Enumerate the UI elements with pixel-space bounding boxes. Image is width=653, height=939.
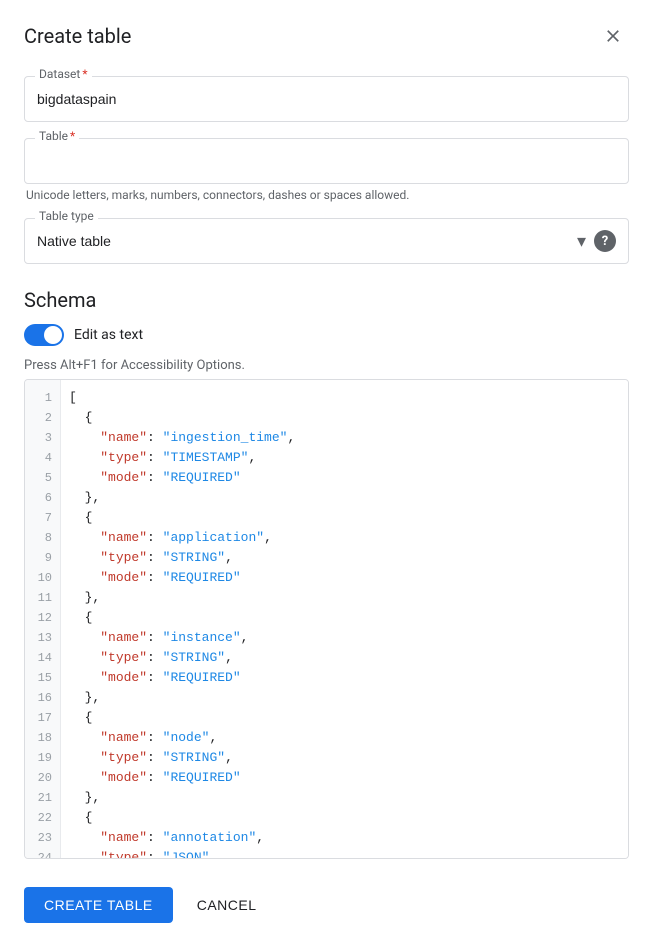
line-number: 2: [25, 408, 60, 428]
code-line: "name": "application",: [69, 528, 628, 548]
line-number: 3: [25, 428, 60, 448]
line-number: 15: [25, 668, 60, 688]
table-hint: Unicode letters, marks, numbers, connect…: [24, 188, 629, 202]
line-number: 23: [25, 828, 60, 848]
code-line: "name": "ingestion_time",: [69, 428, 628, 448]
code-line: "mode": "REQUIRED": [69, 768, 628, 788]
close-button[interactable]: [597, 20, 629, 52]
line-number: 20: [25, 768, 60, 788]
help-icon[interactable]: ?: [594, 230, 616, 252]
code-line: "type": "TIMESTAMP",: [69, 448, 628, 468]
code-line: },: [69, 588, 628, 608]
edit-as-text-label: Edit as text: [74, 327, 143, 343]
line-number: 1: [25, 388, 60, 408]
code-line: "name": "instance",: [69, 628, 628, 648]
line-number: 18: [25, 728, 60, 748]
line-number: 14: [25, 648, 60, 668]
schema-section: Schema Edit as text Press Alt+F1 for Acc…: [24, 288, 629, 859]
dataset-label: Dataset*: [35, 68, 92, 81]
table-type-group: Table type Native table External table V…: [24, 218, 629, 264]
code-line: "mode": "REQUIRED": [69, 668, 628, 688]
line-number: 7: [25, 508, 60, 528]
code-line: "type": "STRING",: [69, 748, 628, 768]
code-line: "name": "node",: [69, 728, 628, 748]
toggle-row: Edit as text: [24, 324, 629, 346]
table-group: Table* Unicode letters, marks, numbers, …: [24, 138, 629, 202]
code-content[interactable]: [ { "name": "ingestion_time", "type": "T…: [61, 380, 628, 859]
line-number: 24: [25, 848, 60, 859]
line-number: 6: [25, 488, 60, 508]
dialog-header: Create table: [0, 0, 653, 68]
table-input[interactable]: [25, 139, 628, 183]
table-type-label: Table type: [35, 209, 98, 223]
code-line: },: [69, 488, 628, 508]
line-numbers: 1234567891011121314151617181920212223242…: [25, 380, 61, 859]
toggle-slider: [24, 324, 64, 346]
table-type-wrapper: Table type Native table External table V…: [24, 218, 629, 264]
cancel-button[interactable]: CANCEL: [189, 887, 265, 923]
code-line: "type": "JSON",: [69, 848, 628, 859]
code-line: {: [69, 408, 628, 428]
dataset-input[interactable]: [25, 77, 628, 121]
line-number: 11: [25, 588, 60, 608]
code-line: "type": "STRING",: [69, 548, 628, 568]
line-number: 22: [25, 808, 60, 828]
code-line: },: [69, 688, 628, 708]
table-type-select[interactable]: Native table External table View Materia…: [37, 227, 577, 255]
table-type-select-row: Native table External table View Materia…: [25, 219, 628, 263]
code-line: "name": "annotation",: [69, 828, 628, 848]
dialog-footer: CREATE TABLE CANCEL: [0, 871, 653, 939]
accessibility-hint: Press Alt+F1 for Accessibility Options.: [24, 358, 629, 373]
line-number: 21: [25, 788, 60, 808]
line-number: 16: [25, 688, 60, 708]
line-number: 12: [25, 608, 60, 628]
line-number: 9: [25, 548, 60, 568]
dialog-body: Dataset* Table* Unicode letters, marks, …: [0, 68, 653, 871]
table-label: Table*: [35, 129, 79, 143]
schema-title: Schema: [24, 288, 629, 312]
code-line: {: [69, 608, 628, 628]
code-editor[interactable]: 1234567891011121314151617181920212223242…: [24, 379, 629, 859]
edit-as-text-toggle[interactable]: [24, 324, 64, 346]
line-number: 13: [25, 628, 60, 648]
line-number: 19: [25, 748, 60, 768]
dataset-group: Dataset*: [24, 76, 629, 122]
code-line: {: [69, 808, 628, 828]
line-number: 8: [25, 528, 60, 548]
dataset-wrapper: Dataset*: [24, 76, 629, 122]
line-number: 17: [25, 708, 60, 728]
code-editor-inner: 1234567891011121314151617181920212223242…: [25, 380, 628, 859]
chevron-down-icon: ▾: [577, 231, 586, 252]
line-number: 10: [25, 568, 60, 588]
table-wrapper: Table*: [24, 138, 629, 184]
create-table-dialog: Create table Dataset* Table*: [0, 0, 653, 939]
code-line: },: [69, 788, 628, 808]
line-number: 4: [25, 448, 60, 468]
code-line: "mode": "REQUIRED": [69, 468, 628, 488]
create-table-button[interactable]: CREATE TABLE: [24, 887, 173, 923]
code-line: {: [69, 508, 628, 528]
close-icon: [603, 26, 623, 46]
code-line: "mode": "REQUIRED": [69, 568, 628, 588]
code-line: "type": "STRING",: [69, 648, 628, 668]
line-number: 5: [25, 468, 60, 488]
code-line: {: [69, 708, 628, 728]
code-line: [: [69, 388, 628, 408]
dialog-title: Create table: [24, 24, 131, 48]
